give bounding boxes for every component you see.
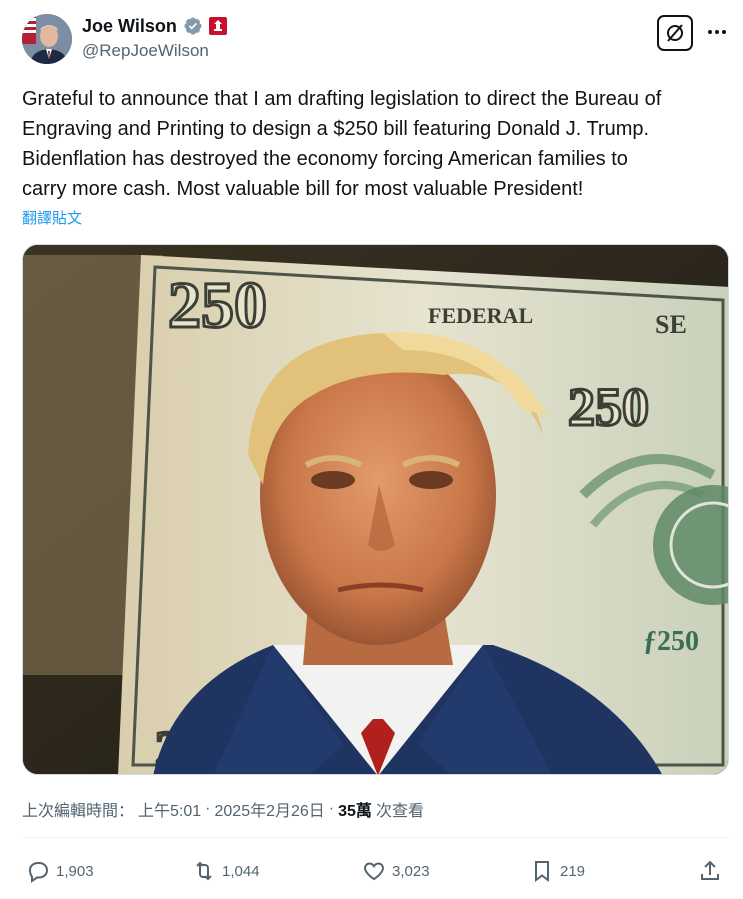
grok-button[interactable] <box>657 15 693 51</box>
bookmark-button[interactable]: 219 <box>530 853 585 889</box>
tweet-meta: 上次編輯時間： 上午5:01 · 2025年2月26日 · 35萬 次查看 <box>22 797 424 821</box>
banknote-denomination-top: 250 <box>168 269 267 342</box>
repost-count: 1,044 <box>222 862 260 880</box>
author-name[interactable]: Joe Wilson <box>82 16 177 37</box>
government-badge-icon[interactable] <box>208 17 227 35</box>
grok-icon <box>667 24 683 42</box>
like-count: 3,023 <box>392 862 430 880</box>
author-handle[interactable]: @RepJoeWilson <box>82 41 209 61</box>
action-bar: 1,903 1,044 3,023 219 <box>22 853 729 889</box>
reply-icon <box>28 862 49 883</box>
tweet-time[interactable]: 上午5:01 <box>138 797 201 821</box>
more-icon <box>708 30 726 34</box>
views-label: 次查看 <box>375 803 424 820</box>
tweet-text: Grateful to announce that I am drafting … <box>22 88 662 200</box>
verified-badge-icon[interactable] <box>183 16 203 36</box>
divider <box>22 837 729 838</box>
avatar[interactable] <box>22 14 72 64</box>
views-count: 35萬 <box>338 803 372 820</box>
banknote-illustration: 250 FEDERAL SE 250 ƒ250 250 <box>23 245 728 774</box>
flag-background <box>22 14 36 44</box>
more-options-button[interactable] <box>703 20 731 44</box>
edited-label[interactable]: 上次編輯時間： <box>22 797 134 821</box>
bookmark-icon <box>535 861 549 882</box>
share-button[interactable] <box>698 853 722 889</box>
repost-button[interactable]: 1,044 <box>192 853 260 889</box>
reply-button[interactable]: 1,903 <box>26 853 94 889</box>
repost-icon <box>196 861 212 881</box>
bookmark-count: 219 <box>560 862 586 880</box>
avatar-image <box>22 14 72 64</box>
tweet-date[interactable]: 2025年2月26日 <box>215 797 325 821</box>
translate-post-link[interactable]: 翻譯貼文 <box>22 207 82 228</box>
banknote-denomination-right: 250 <box>568 377 649 437</box>
reply-count: 1,903 <box>56 862 94 880</box>
banknote-small-denomination: ƒ250 <box>643 626 699 657</box>
tweet-media-image[interactable]: 250 FEDERAL SE 250 ƒ250 250 <box>22 244 729 775</box>
banknote-right-text: SE <box>655 310 687 339</box>
like-button[interactable]: 3,023 <box>362 853 430 889</box>
heart-icon <box>364 862 384 881</box>
meta-separator: · <box>328 800 335 817</box>
author-name-row: Joe Wilson <box>82 14 227 38</box>
meta-separator: · <box>205 800 211 817</box>
share-icon <box>701 860 719 880</box>
banknote-federal-text: FEDERAL <box>428 303 533 328</box>
